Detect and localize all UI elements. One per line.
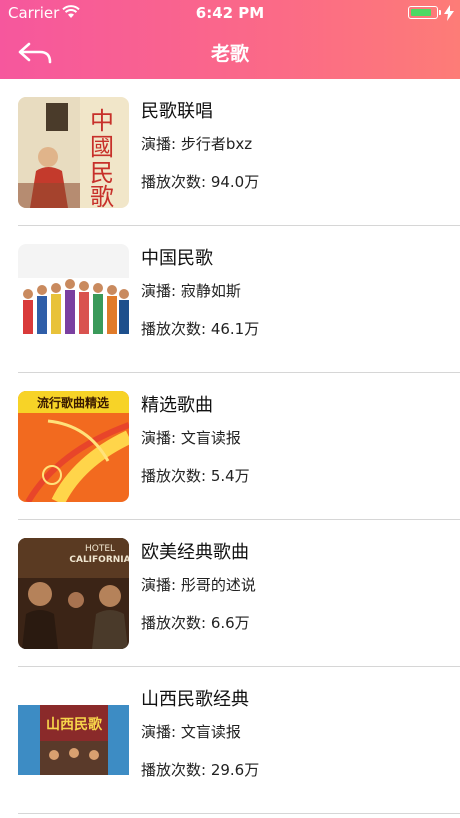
- song-title: 精选歌曲: [141, 395, 213, 416]
- list-item[interactable]: HOTEL CALIFORNIA 欧美经典歌曲 演播: 彤哥的述说 播放次数: …: [0, 520, 460, 667]
- song-narrator: 演播: 文盲读报: [141, 723, 241, 741]
- status-bar: Carrier 6:42 PM: [0, 0, 460, 26]
- nav-bar: 老歌: [0, 26, 460, 79]
- page-title: 老歌: [210, 43, 249, 65]
- svg-text:國: 國: [90, 133, 114, 161]
- svg-text:HOTEL: HOTEL: [85, 544, 115, 554]
- svg-text:山西民歌: 山西民歌: [46, 716, 103, 733]
- song-play-count: 播放次数: 5.4万: [141, 467, 250, 485]
- song-play-count: 播放次数: 6.6万: [141, 614, 250, 632]
- svg-text:CALIFORNIA: CALIFORNIA: [69, 555, 129, 565]
- song-narrator: 演播: 寂静如斯: [141, 282, 241, 300]
- song-play-count: 播放次数: 46.1万: [141, 320, 260, 338]
- list-item[interactable]: 中 國 民 歌 民歌联唱 演播: 步行者bxz 播放次数: 94.0万: [0, 79, 460, 226]
- header: Carrier 6:42 PM 老歌: [0, 0, 460, 79]
- status-time: 6:42 PM: [195, 4, 265, 22]
- charging-bolt-icon: [444, 5, 454, 21]
- song-play-count: 播放次数: 94.0万: [141, 173, 260, 191]
- svg-text:流行歌曲精选: 流行歌曲精选: [37, 395, 109, 410]
- list-item[interactable]: 流行歌曲精选 精选歌曲 演播: 文盲读报 播放次数: 5.4万: [0, 373, 460, 520]
- song-title: 中国民歌: [141, 248, 213, 269]
- song-play-count: 播放次数: 29.6万: [141, 761, 260, 779]
- list-item[interactable]: 山西民歌 山西民歌经典 演播: 文盲读报 播放次数: 29.6万: [0, 667, 460, 814]
- album-cover-image: 中 國 民 歌: [18, 97, 129, 208]
- list-item[interactable]: 中国民歌 演播: 寂静如斯 播放次数: 46.1万: [0, 226, 460, 373]
- album-cover-image: [18, 244, 129, 355]
- song-title: 山西民歌经典: [141, 689, 249, 710]
- row-divider: [18, 813, 460, 814]
- album-cover-image: 山西民歌: [18, 685, 129, 796]
- song-narrator: 演播: 步行者bxz: [141, 135, 253, 153]
- battery-level: [411, 9, 431, 16]
- svg-text:中: 中: [90, 107, 114, 135]
- song-title: 民歌联唱: [141, 101, 213, 122]
- song-list: 中 國 民 歌 民歌联唱 演播: 步行者bxz 播放次数: 94.0万 中国民歌…: [0, 79, 460, 814]
- battery-icon: [408, 6, 441, 19]
- album-cover-image: 流行歌曲精选: [18, 391, 129, 502]
- song-narrator: 演播: 彤哥的述说: [141, 576, 256, 594]
- svg-text:歌: 歌: [90, 183, 114, 208]
- song-narrator: 演播: 文盲读报: [141, 429, 241, 447]
- album-cover-image: HOTEL CALIFORNIA: [18, 538, 129, 649]
- song-title: 欧美经典歌曲: [141, 542, 249, 563]
